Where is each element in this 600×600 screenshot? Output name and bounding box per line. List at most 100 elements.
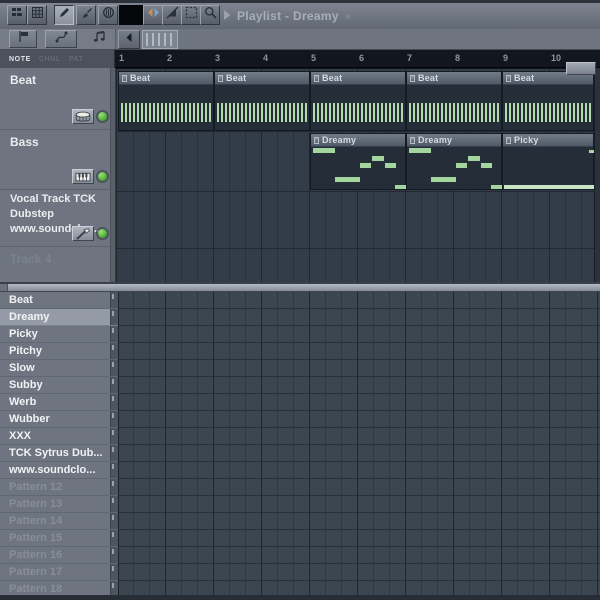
pattern-list-item[interactable]: Pattern 16 [0,547,118,564]
pattern-list-item[interactable]: TCK Sytrus Dub... [0,445,118,462]
tab-marker[interactable] [9,30,37,48]
clip-label: Beat [418,73,439,83]
pattern-thumbnail [110,496,118,512]
clip-preview-steps [313,103,403,122]
track-mute-led[interactable] [98,112,107,121]
tab-notes[interactable] [84,30,114,48]
mode-label-note[interactable]: NOTE [9,56,31,63]
playlist-grid[interactable]: Beat Beat Beat Beat Beat Dreamy Dreamy P… [116,68,595,282]
pattern-list-item[interactable]: Picky [0,326,118,343]
play-arrow-icon [224,7,231,25]
pattern-list-item[interactable]: Pitchy [0,343,118,360]
pattern-list-item-selected[interactable]: Dreamy [0,309,118,326]
track-header-panel: Beat Bass Vocal Track TCK Dubstep www.so… [0,68,110,282]
pattern-clip-dreamy[interactable]: Dreamy [406,133,502,190]
ruler-bar-number: 5 [311,53,317,63]
zoom-tool-button[interactable] [200,5,220,25]
select-tool-button[interactable] [181,5,201,25]
piano-icon[interactable] [72,169,94,184]
pattern-grid[interactable] [118,292,600,600]
track-header-beat[interactable]: Beat [0,68,110,130]
clip-menu-icon[interactable] [506,136,511,144]
pattern-thumbnail [110,292,118,308]
mute-icon [166,6,179,24]
window-detach-arrow[interactable]: » [345,11,351,22]
mute-tool-button[interactable] [162,5,182,25]
draw-tool-button[interactable] [54,5,74,25]
track-header-bass[interactable]: Bass [0,130,110,190]
window-bottom-edge [0,595,600,600]
delete-tool-button[interactable] [98,5,118,25]
paint-tool-button[interactable] [76,5,96,25]
pattern-clip-picky[interactable]: Picky [502,133,594,190]
ruler-bar-number: 3 [215,53,221,63]
pattern-list-item[interactable]: Slow [0,360,118,377]
ruler-bar-number: 8 [455,53,461,63]
clip-preview-steps [121,103,211,122]
pattern-thumbnail [110,360,118,376]
grid-icon [31,6,44,24]
track-header-track4[interactable]: Track 4 [0,247,110,282]
scroll-back-button[interactable] [118,30,140,49]
drum-icon[interactable] [72,109,94,124]
left-arrow-icon [124,31,134,49]
pattern-clip-beat[interactable]: Beat [406,71,502,131]
pattern-clip-beat[interactable]: Beat [214,71,310,131]
clip-preview-steps [217,103,307,122]
brush-icon [80,6,93,24]
pattern-list: Beat Dreamy Picky Pitchy Slow Subby Werb… [0,292,118,600]
pattern-clip-beat[interactable]: Beat [502,71,594,131]
window-title-area: Playlist - Dreamy » [224,7,350,25]
mode-label-pat[interactable]: PAT [69,56,84,63]
clip-menu-icon[interactable] [314,74,319,82]
ruler-bar-number: 2 [167,53,173,63]
wrench-icon[interactable] [72,226,94,241]
clip-menu-icon[interactable] [314,136,319,144]
track-separator [117,191,595,192]
pattern-list-item[interactable]: Wubber [0,411,118,428]
playlist-window: Playlist - Dreamy » NOTE CHNL PAT 1 2 3 … [0,0,600,600]
vertical-scrollbar[interactable] [594,68,600,282]
pattern-thumbnail [110,326,118,342]
pattern-list-item[interactable]: XXX [0,428,118,445]
pattern-thumbnail [110,343,118,359]
pattern-thumbnail [110,445,118,461]
pattern-list-item[interactable]: Beat [0,292,118,309]
clip-preview-steps [409,103,499,122]
track-mute-led[interactable] [98,172,107,181]
pattern-list-item[interactable]: www.soundclo... [0,462,118,479]
scrollbar-thumb[interactable] [566,62,596,75]
horizontal-scroll-thumb[interactable] [142,30,178,49]
pattern-list-item[interactable]: Pattern 15 [0,530,118,547]
blocks-view-button[interactable] [7,5,27,25]
clip-menu-icon[interactable] [506,74,511,82]
pattern-list-item[interactable]: Werb [0,394,118,411]
clip-menu-icon[interactable] [410,74,415,82]
track-separator [117,248,595,249]
pattern-list-item[interactable]: Pattern 14 [0,513,118,530]
pattern-clip-dreamy[interactable]: Dreamy [310,133,406,190]
toolbar-spacer [119,5,143,25]
pattern-clip-beat[interactable]: Beat [118,71,214,131]
track-header-vocal[interactable]: Vocal Track TCK Dubstep www.soundclou... [0,190,110,247]
track-name-line: Dubstep [10,208,54,220]
pattern-list-item[interactable]: Pattern 12 [0,479,118,496]
track-name: Track 4 [10,252,52,266]
clip-menu-icon[interactable] [218,74,223,82]
pattern-list-item[interactable]: Pattern 17 [0,564,118,581]
clip-menu-icon[interactable] [410,136,415,144]
mode-label-chnl[interactable]: CHNL [39,56,61,63]
marker-icon [17,30,30,48]
clip-menu-icon[interactable] [122,74,127,82]
section-splitter[interactable] [0,282,600,292]
pattern-list-item[interactable]: Pattern 13 [0,496,118,513]
grid-view-button[interactable] [27,5,47,25]
track-name: Bass [10,135,39,149]
timeline-ruler[interactable]: 1 2 3 4 5 6 7 8 9 10 [115,50,600,68]
track-mute-led[interactable] [98,229,107,238]
pattern-clip-beat[interactable]: Beat [310,71,406,131]
tab-automation[interactable] [45,30,77,48]
slip-tool-button[interactable] [143,5,163,25]
pattern-list-item[interactable]: Subby [0,377,118,394]
playlist-toolbar: Playlist - Dreamy » [0,3,600,30]
